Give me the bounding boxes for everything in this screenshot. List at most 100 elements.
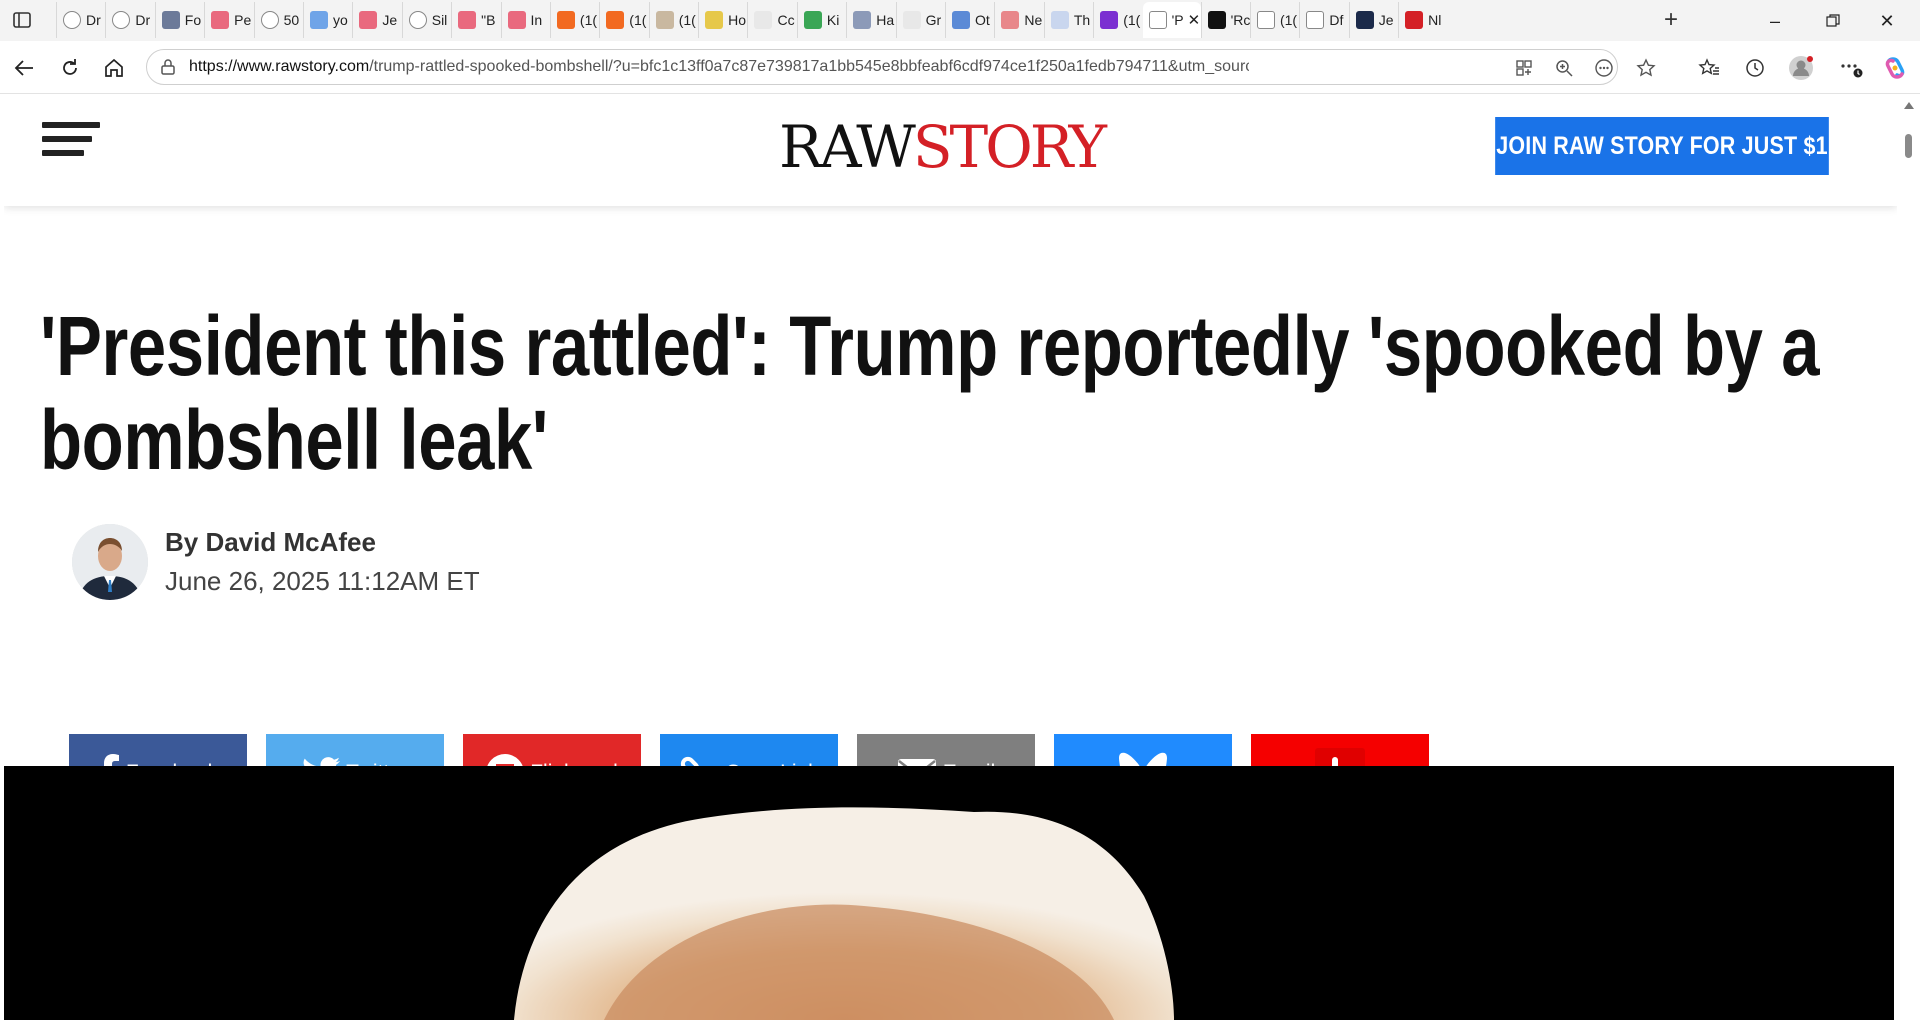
globe-icon — [260, 11, 279, 29]
globe-icon — [408, 11, 427, 29]
favorites-icon[interactable] — [1694, 53, 1724, 83]
browser-tab[interactable]: Gr — [895, 2, 945, 38]
tab-label: Pe — [234, 12, 252, 28]
browser-tab[interactable]: Fo — [154, 2, 204, 38]
browser-tab[interactable]: Je — [352, 2, 401, 38]
app-available-icon[interactable] — [1513, 58, 1535, 78]
zoom-icon[interactable] — [1553, 58, 1575, 78]
tab-label: Ho — [728, 12, 746, 28]
tab-label: Fo — [184, 12, 202, 28]
browser-tab[interactable]: Sil — [401, 2, 451, 38]
browser-tab[interactable]: Df — [1299, 2, 1348, 38]
browser-tab[interactable]: Th — [1043, 2, 1093, 38]
bing-icon — [309, 11, 328, 29]
tab-actions-icon[interactable] — [10, 9, 34, 31]
copilot-icon[interactable] — [1880, 53, 1910, 83]
more-reading-icon[interactable] — [1593, 58, 1615, 78]
refresh-button[interactable] — [56, 54, 84, 82]
browser-tab[interactable]: Pe — [204, 2, 253, 38]
tab-label: (1( — [1123, 12, 1141, 28]
new-tab-button[interactable]: + — [1656, 5, 1686, 35]
tab-label: Nl — [1428, 12, 1442, 28]
tab-label: (1( — [678, 12, 696, 28]
tab-label: Th — [1073, 12, 1091, 28]
browser-tab[interactable]: Cc — [747, 2, 796, 38]
author-avatar — [72, 524, 148, 600]
url-bar[interactable]: https://www.rawstory.com/trump-rattled-s… — [146, 49, 1656, 85]
tab-label: Df — [1329, 12, 1344, 28]
browser-tab[interactable]: Dr — [56, 2, 105, 38]
browser-tab[interactable]: Dr — [105, 2, 154, 38]
settings-more-icon[interactable] — [1836, 53, 1866, 83]
browser-tab[interactable]: (1( — [599, 2, 648, 38]
tab-label: Dr — [86, 12, 101, 28]
back-button[interactable] — [10, 54, 38, 82]
browser-tab[interactable]: Nl — [1398, 2, 1447, 38]
minimize-button[interactable]: – — [1752, 6, 1798, 36]
url-text[interactable]: https://www.rawstory.com/trump-rattled-s… — [189, 50, 1249, 84]
article-headline: 'President this rattled': Trump reported… — [40, 299, 1820, 487]
browser-tab[interactable]: 50 — [253, 2, 303, 38]
history-icon[interactable] — [1740, 53, 1770, 83]
browser-tab[interactable]: In — [500, 2, 550, 38]
tab-label: Dr — [135, 12, 151, 28]
globe-icon — [63, 11, 81, 29]
browser-tab[interactable]: (1( — [1093, 2, 1142, 38]
browser-tab[interactable]: Ki — [796, 2, 846, 38]
scrollbar[interactable] — [1898, 94, 1920, 1020]
youtube-icon — [507, 11, 526, 29]
author-name[interactable]: By David McAfee — [165, 527, 376, 558]
r-icon — [1001, 11, 1020, 29]
globe-icon — [112, 11, 131, 29]
shield-icon — [853, 11, 872, 29]
rawstory-logo[interactable]: RAWSTORY — [779, 112, 1107, 182]
youtube-icon — [359, 11, 378, 29]
browser-tab[interactable]: Ne — [994, 2, 1043, 38]
browser-tab[interactable]: Ot — [945, 2, 994, 38]
tab-label: 50 — [283, 12, 300, 28]
browser-tab[interactable]: (1( — [549, 2, 599, 38]
address-toolbar: https://www.rawstory.com/trump-rattled-s… — [0, 41, 1920, 94]
m-icon — [952, 11, 971, 29]
tab-label: Cc — [777, 12, 795, 28]
tab-label: (1( — [1279, 12, 1298, 28]
restore-button[interactable] — [1810, 6, 1856, 36]
gp-icon — [1050, 11, 1069, 29]
home-button[interactable] — [100, 54, 128, 82]
browser-tab[interactable]: 'P ✕ — [1142, 2, 1201, 38]
browser-tab[interactable]: (1( — [648, 2, 698, 38]
browser-tab[interactable]: Je — [1348, 2, 1398, 38]
profile-avatar-icon[interactable] — [1786, 53, 1816, 83]
tab-label: Je — [382, 12, 398, 28]
page-icon — [1148, 11, 1167, 29]
browser-tab[interactable]: Ha — [846, 2, 895, 38]
tab-strip: Dr Dr Fo Pe 50 yo Je Sil "B In (1((1((1(Ho Cc Ki Ha Gr… — [56, 2, 1448, 38]
close-window-button[interactable]: ✕ — [1864, 6, 1910, 36]
r-icon — [1207, 11, 1226, 29]
page-viewport: RAWSTORY JOIN RAW STORY FOR JUST $1 'Pre… — [4, 94, 1897, 1020]
tab-label: Ne — [1024, 12, 1043, 28]
browser-tab[interactable]: (1( — [1249, 2, 1299, 38]
tab-bar: Dr Dr Fo Pe 50 yo Je Sil "B In (1((1((1(Ho Cc Ki Ha Gr… — [0, 0, 1920, 41]
news-icon — [161, 11, 180, 29]
arrow-icon — [754, 11, 773, 29]
join-button[interactable]: JOIN RAW STORY FOR JUST $1 — [1495, 117, 1829, 175]
tab-label: yo — [332, 12, 348, 28]
site-info-icon[interactable] — [159, 58, 177, 81]
browser-tab[interactable]: yo — [302, 2, 352, 38]
favorite-star-icon[interactable] — [1635, 58, 1657, 78]
close-tab-icon[interactable]: ✕ — [1188, 11, 1201, 29]
tab-label: (1( — [629, 12, 647, 28]
browser-tab[interactable]: "B — [451, 2, 500, 38]
tab-label: Gr — [925, 12, 942, 28]
browser-tab[interactable]: 'Rc — [1200, 2, 1250, 38]
youtube-icon — [458, 11, 477, 29]
browser-tab[interactable]: Ho — [698, 2, 747, 38]
scroll-up-arrow[interactable] — [1904, 102, 1914, 109]
tab-label: Ot — [975, 12, 990, 28]
tab-label: In — [530, 12, 543, 28]
hero-image — [4, 766, 1894, 1020]
scroll-thumb[interactable] — [1905, 134, 1912, 158]
logo-story: STORY — [912, 113, 1107, 181]
menu-icon[interactable] — [42, 122, 102, 166]
